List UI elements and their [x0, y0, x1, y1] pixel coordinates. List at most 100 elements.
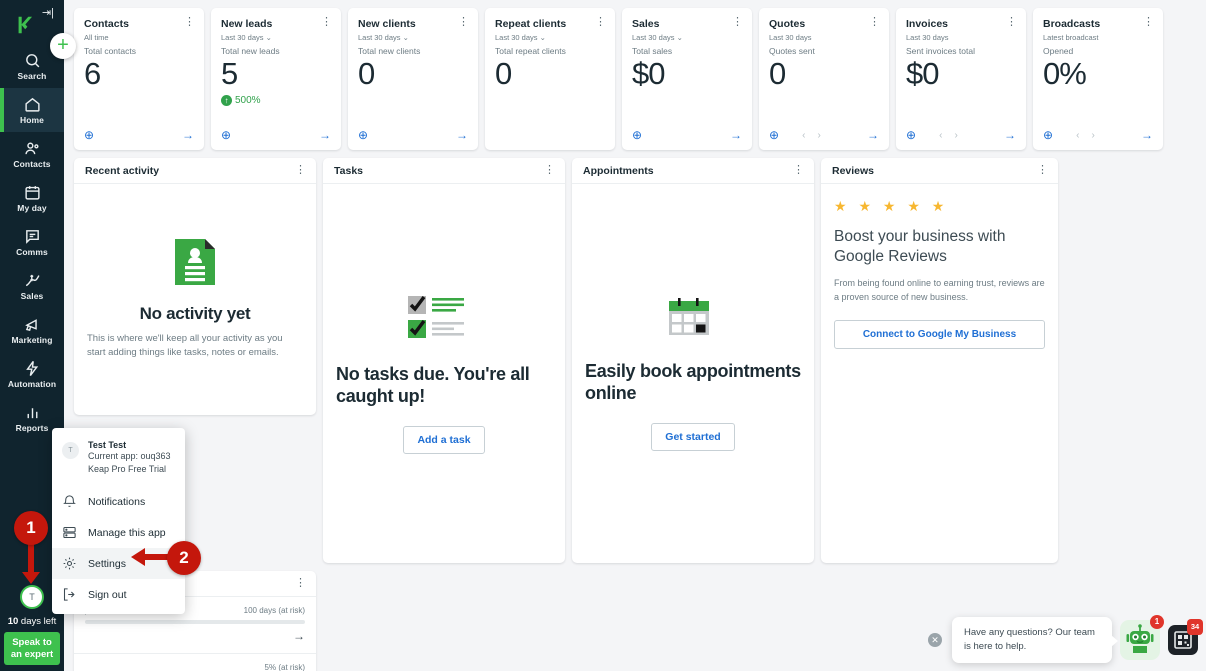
- kpi-footer: ⊕ →: [84, 128, 194, 142]
- empty-heading: No tasks due. You're all caught up!: [336, 363, 530, 407]
- kpi-menu-icon[interactable]: ⋮: [184, 17, 195, 28]
- kpi-period[interactable]: Last 30 days ⌄: [632, 33, 742, 42]
- kpi-header: New clients ⋮: [358, 17, 469, 31]
- sidebar-item-home[interactable]: Home: [0, 88, 64, 132]
- kpi-period: Last 30 days: [906, 33, 1016, 42]
- kpi-title: Quotes: [769, 18, 806, 30]
- kpi-card: Contacts ⋮ All time Total contacts 6 ⊕ →: [74, 8, 204, 150]
- panel-menu-icon[interactable]: ⋮: [544, 165, 555, 176]
- sidebar-item-marketing[interactable]: Marketing: [0, 308, 64, 352]
- add-icon[interactable]: ⊕: [221, 129, 231, 141]
- kpi-menu-icon[interactable]: ⋮: [458, 17, 469, 28]
- menu-item-sign-out[interactable]: Sign out: [52, 579, 185, 610]
- sidebar-item-automation[interactable]: Automation: [0, 352, 64, 396]
- chat-widget: ✕ Have any questions? Our team is here t…: [928, 614, 1203, 663]
- chevron-down-icon[interactable]: ⌄: [538, 33, 546, 42]
- next-page-icon[interactable]: ›: [1091, 130, 1094, 141]
- menu-item-notifications[interactable]: Notifications: [52, 486, 185, 517]
- panel-row: Recent activity ⋮ No activity yet This i…: [64, 150, 1206, 563]
- kpi-delta-value: 500%: [235, 95, 261, 106]
- sidebar-item-label: Reports: [15, 422, 49, 433]
- open-arrow-icon[interactable]: →: [293, 629, 305, 643]
- collapse-panel-icon[interactable]: ⇥|: [42, 8, 54, 19]
- sidebar-item-label: Home: [19, 114, 45, 125]
- annotation-marker-1: 1: [14, 511, 48, 545]
- prev-page-icon[interactable]: ‹: [802, 130, 805, 141]
- sidebar-item-sales[interactable]: Sales: [0, 264, 64, 308]
- kpi-period[interactable]: Last 30 days ⌄: [358, 33, 468, 42]
- chat-bot-button[interactable]: 1: [1120, 614, 1164, 660]
- add-icon[interactable]: ⊕: [769, 129, 779, 141]
- reports-icon: [27, 407, 37, 418]
- kpi-period[interactable]: Last 30 days ⌄: [221, 33, 331, 42]
- trend-up-icon: ↑: [221, 95, 232, 106]
- open-arrow-icon[interactable]: →: [730, 128, 742, 142]
- menu-item-settings[interactable]: Settings: [52, 548, 185, 580]
- kpi-footer: ⊕ ‹ › →: [906, 128, 1016, 142]
- kpi-pager: ‹ ›: [802, 130, 821, 141]
- kpi-period: All time: [84, 33, 194, 42]
- open-arrow-icon[interactable]: →: [1141, 128, 1153, 142]
- kpi-menu-icon[interactable]: ⋮: [732, 17, 743, 28]
- add-icon[interactable]: ⊕: [1043, 129, 1053, 141]
- kpi-period-label: Latest broadcast: [1043, 33, 1099, 42]
- chevron-down-icon[interactable]: ⌄: [401, 33, 409, 42]
- kpi-footer: ⊕ →: [358, 128, 468, 142]
- prev-page-icon[interactable]: ‹: [939, 130, 942, 141]
- panel-header: Recent activity ⋮: [74, 158, 316, 184]
- open-arrow-icon[interactable]: →: [182, 128, 194, 142]
- connect-google-my-business-button[interactable]: Connect to Google My Business: [834, 320, 1045, 350]
- user-menu-header: T Test Test Current app: ouq363 Keap Pro…: [52, 434, 185, 486]
- speak-to-expert-button[interactable]: Speak to an expert: [4, 632, 60, 665]
- get-started-button[interactable]: Get started: [651, 422, 735, 451]
- panel-menu-icon[interactable]: ⋮: [1037, 165, 1048, 176]
- kpi-menu-icon[interactable]: ⋮: [1143, 17, 1154, 28]
- panel-title: Recent activity: [85, 164, 160, 177]
- sidebar-item-my-day[interactable]: My day: [0, 176, 64, 220]
- add-icon[interactable]: ⊕: [84, 129, 94, 141]
- kpi-title: Broadcasts: [1043, 18, 1101, 30]
- sidebar-item-contacts[interactable]: Contacts: [0, 132, 64, 176]
- close-icon[interactable]: ✕: [928, 632, 942, 647]
- sign-out-icon: [63, 588, 75, 601]
- server-icon: [63, 527, 76, 539]
- panel-menu-icon[interactable]: ⋮: [295, 578, 306, 589]
- next-page-icon[interactable]: ›: [817, 130, 820, 141]
- kpi-period: Last 30 days: [769, 33, 879, 42]
- add-icon[interactable]: ⊕: [632, 129, 642, 141]
- sidebar-item-label: Comms: [16, 246, 48, 257]
- keap-logo[interactable]: [14, 14, 36, 36]
- panel-menu-icon[interactable]: ⋮: [295, 165, 306, 176]
- kpi-menu-icon[interactable]: ⋮: [1006, 17, 1017, 28]
- open-arrow-icon[interactable]: →: [867, 128, 879, 142]
- kpi-header: Sales ⋮: [632, 17, 743, 31]
- chevron-down-icon[interactable]: ⌄: [264, 33, 272, 42]
- kpi-card: Sales ⋮ Last 30 days ⌄ Total sales $0 ⊕ →: [622, 8, 752, 150]
- create-new-button[interactable]: +: [50, 33, 76, 59]
- sidebar-item-comms[interactable]: Comms: [0, 220, 64, 264]
- panel-menu-icon[interactable]: ⋮: [793, 165, 804, 176]
- add-a-task-button[interactable]: Add a task: [403, 425, 485, 454]
- kpi-menu-icon[interactable]: ⋮: [321, 17, 332, 28]
- annotation-number: 2: [167, 541, 201, 575]
- kpi-menu-icon[interactable]: ⋮: [595, 17, 606, 28]
- kpi-menu-icon[interactable]: ⋮: [869, 17, 880, 28]
- kpi-period-label: Last 30 days: [358, 33, 401, 42]
- prev-page-icon[interactable]: ‹: [1076, 130, 1079, 141]
- open-arrow-icon[interactable]: →: [319, 128, 331, 142]
- secondary-chat-button[interactable]: 34: [1168, 618, 1203, 655]
- add-icon[interactable]: ⊕: [906, 129, 916, 141]
- next-page-icon[interactable]: ›: [954, 130, 957, 141]
- health-row-footer: →: [85, 629, 305, 643]
- task-list-icon: [408, 295, 464, 338]
- open-arrow-icon[interactable]: →: [456, 128, 468, 142]
- add-icon[interactable]: ⊕: [358, 129, 368, 141]
- appointments-panel: Appointments ⋮ Easily book appointments …: [572, 158, 814, 563]
- kpi-period[interactable]: Last 30 days ⌄: [495, 33, 605, 42]
- avatar[interactable]: T: [20, 585, 44, 610]
- kpi-title: New leads: [221, 18, 273, 30]
- kpi-title: Sales: [632, 18, 660, 30]
- chevron-down-icon[interactable]: ⌄: [675, 33, 683, 42]
- open-arrow-icon[interactable]: →: [1004, 128, 1016, 142]
- menu-item-manage-this-app[interactable]: Manage this app: [52, 517, 185, 548]
